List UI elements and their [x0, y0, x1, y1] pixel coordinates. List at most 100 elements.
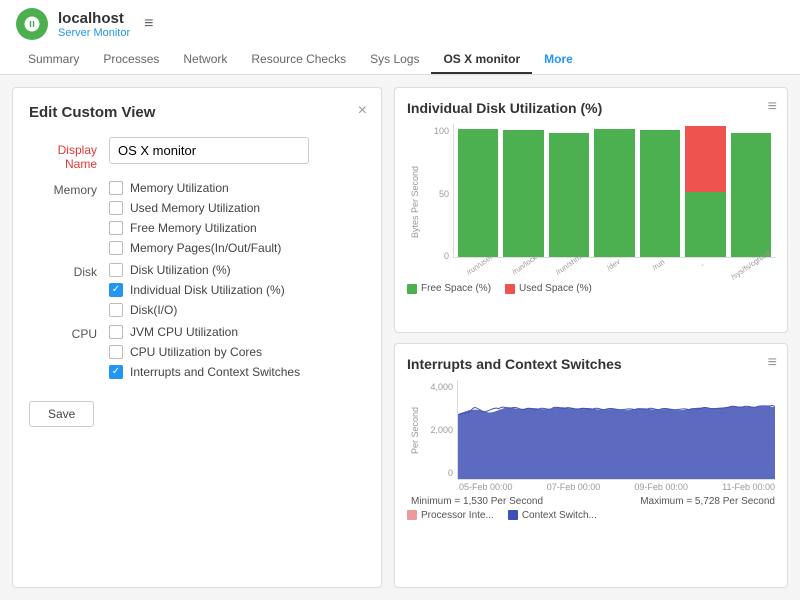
tab-summary[interactable]: Summary	[16, 46, 91, 74]
bars-area: /run/user /run/lock /run/shm /dev /run -…	[453, 124, 775, 279]
app-container: localhost Server Monitor ≡ Summary Proce…	[0, 0, 800, 600]
interrupts-chart-card: Interrupts and Context Switches ≡ ➜ Per …	[394, 343, 788, 589]
checkbox-used-memory[interactable]: Used Memory Utilization	[109, 201, 281, 215]
bar-3-green	[549, 133, 589, 257]
disk-chart-card: Individual Disk Utilization (%) ≡ ➜ Byte…	[394, 87, 788, 333]
checkbox-used-memory-box[interactable]	[109, 201, 123, 215]
tab-more[interactable]: More	[532, 46, 585, 74]
checkbox-jvm-cpu-box[interactable]	[109, 325, 123, 339]
legend-free-dot	[407, 284, 417, 294]
display-name-label: Display Name	[29, 137, 109, 171]
main-content: Edit Custom View × Display Name Memory M…	[0, 75, 800, 600]
logo-icon	[16, 8, 48, 40]
checkbox-jvm-cpu[interactable]: JVM CPU Utilization	[109, 325, 300, 339]
bar-4-green	[594, 129, 634, 257]
bars-row	[453, 124, 775, 258]
interrupts-stats: Minimum = 1,530 Per Second Maximum = 5,7…	[407, 496, 775, 507]
disk-chart-legend: Free Space (%) Used Space (%)	[407, 283, 775, 294]
save-button[interactable]: Save	[29, 401, 94, 427]
checkbox-individual-disk[interactable]: Individual Disk Utilization (%)	[109, 283, 285, 297]
legend-context-dot	[508, 510, 518, 520]
interrupts-chart-legend: Processor Inte... Context Switch...	[407, 510, 775, 521]
legend-context-label: Context Switch...	[522, 510, 597, 521]
legend-used-label: Used Space (%)	[519, 283, 592, 294]
cpu-header: CPU JVM CPU Utilization CPU Utilization …	[29, 325, 365, 379]
disk-chart-wrapper: Bytes Per Second 100 50 0	[407, 124, 775, 279]
bar-7	[731, 126, 771, 257]
nav-tabs: Summary Processes Network Resource Check…	[16, 46, 784, 74]
area-fill	[458, 406, 775, 479]
tab-osx-monitor[interactable]: OS X monitor	[431, 46, 532, 74]
checkbox-memory-utilization[interactable]: Memory Utilization	[109, 181, 281, 195]
disk-section: Disk Disk Utilization (%) Individual Dis…	[29, 263, 365, 317]
right-panel: Individual Disk Utilization (%) ≡ ➜ Byte…	[394, 87, 788, 588]
checkbox-cpu-cores-label: CPU Utilization by Cores	[130, 345, 262, 359]
host-subtitle-link[interactable]: Server Monitor	[58, 27, 130, 39]
checkbox-memory-pages-box[interactable]	[109, 241, 123, 255]
legend-context: Context Switch...	[508, 510, 597, 521]
checkbox-disk-util-box[interactable]	[109, 263, 123, 277]
display-name-input[interactable]	[109, 137, 309, 164]
bar-4	[594, 126, 634, 257]
checkbox-disk-io[interactable]: Disk(I/O)	[109, 303, 285, 317]
legend-processor: Processor Inte...	[407, 510, 494, 521]
stat-min: Minimum = 1,530 Per Second	[411, 496, 543, 507]
cpu-section: CPU JVM CPU Utilization CPU Utilization …	[29, 325, 365, 379]
checkbox-disk-util[interactable]: Disk Utilization (%)	[109, 263, 285, 277]
tab-resource-checks[interactable]: Resource Checks	[239, 46, 358, 74]
y-4000: 4,000	[430, 382, 453, 392]
disk-y-axis: 100 50 0	[425, 124, 453, 279]
y-50: 50	[439, 189, 449, 199]
close-button[interactable]: ×	[358, 102, 367, 120]
checkbox-interrupts[interactable]: Interrupts and Context Switches	[109, 365, 300, 379]
checkbox-memory-pages-label: Memory Pages(In/Out/Fault)	[130, 241, 281, 255]
x-labels: /run/user /run/lock /run/shm /dev /run -…	[453, 261, 775, 279]
header-top: localhost Server Monitor ≡	[16, 8, 784, 40]
chart2-menu-icon[interactable]: ≡	[768, 354, 777, 372]
checkbox-individual-disk-box[interactable]	[109, 283, 123, 297]
bar-6-green	[685, 192, 725, 258]
legend-processor-dot	[407, 510, 417, 520]
tab-processes[interactable]: Processes	[91, 46, 171, 74]
y-2000: 2,000	[430, 425, 453, 435]
checkbox-disk-io-label: Disk(I/O)	[130, 303, 177, 317]
checkbox-free-memory[interactable]: Free Memory Utilization	[109, 221, 281, 235]
memory-label: Memory	[29, 181, 109, 197]
x-feb07: 07-Feb 00:00	[547, 482, 601, 492]
x-feb09: 09-Feb 00:00	[634, 482, 688, 492]
bar-6-red	[685, 126, 725, 192]
interrupts-x-labels: 05-Feb 00:00 07-Feb 00:00 09-Feb 00:00 1…	[407, 482, 775, 492]
bar-5	[640, 126, 680, 257]
legend-free-label: Free Space (%)	[421, 283, 491, 294]
cpu-checkboxes: JVM CPU Utilization CPU Utilization by C…	[109, 325, 300, 379]
memory-section: Memory Memory Utilization Used Memory Ut…	[29, 181, 365, 255]
legend-free: Free Space (%)	[407, 283, 491, 294]
panel-title: Edit Custom View	[29, 104, 365, 121]
tab-sys-logs[interactable]: Sys Logs	[358, 46, 431, 74]
bar-7-green	[731, 133, 771, 257]
checkbox-free-memory-label: Free Memory Utilization	[130, 221, 257, 235]
host-name: localhost	[58, 10, 130, 27]
bar-2	[503, 126, 543, 257]
checkbox-memory-utilization-box[interactable]	[109, 181, 123, 195]
checkbox-free-memory-box[interactable]	[109, 221, 123, 235]
tab-network[interactable]: Network	[171, 46, 239, 74]
disk-chart-title: Individual Disk Utilization (%)	[407, 100, 775, 116]
interrupts-chart-title: Interrupts and Context Switches	[407, 356, 775, 372]
hamburger-icon[interactable]: ≡	[144, 15, 153, 33]
y-0: 0	[444, 251, 449, 261]
x-feb11: 11-Feb 00:00	[722, 482, 775, 492]
cpu-label: CPU	[29, 325, 109, 341]
checkbox-memory-pages[interactable]: Memory Pages(In/Out/Fault)	[109, 241, 281, 255]
stat-max: Maximum = 5,728 Per Second	[640, 496, 775, 507]
bar-5-green	[640, 130, 680, 257]
interrupts-y-label: Per Second	[407, 380, 423, 480]
checkbox-cpu-cores-box[interactable]	[109, 345, 123, 359]
bar-2-green	[503, 130, 543, 257]
chart1-menu-icon[interactable]: ≡	[768, 98, 777, 116]
checkbox-interrupts-box[interactable]	[109, 365, 123, 379]
area-chart-container	[457, 380, 775, 480]
checkbox-cpu-cores[interactable]: CPU Utilization by Cores	[109, 345, 300, 359]
checkbox-disk-io-box[interactable]	[109, 303, 123, 317]
y-0-2: 0	[448, 468, 453, 478]
